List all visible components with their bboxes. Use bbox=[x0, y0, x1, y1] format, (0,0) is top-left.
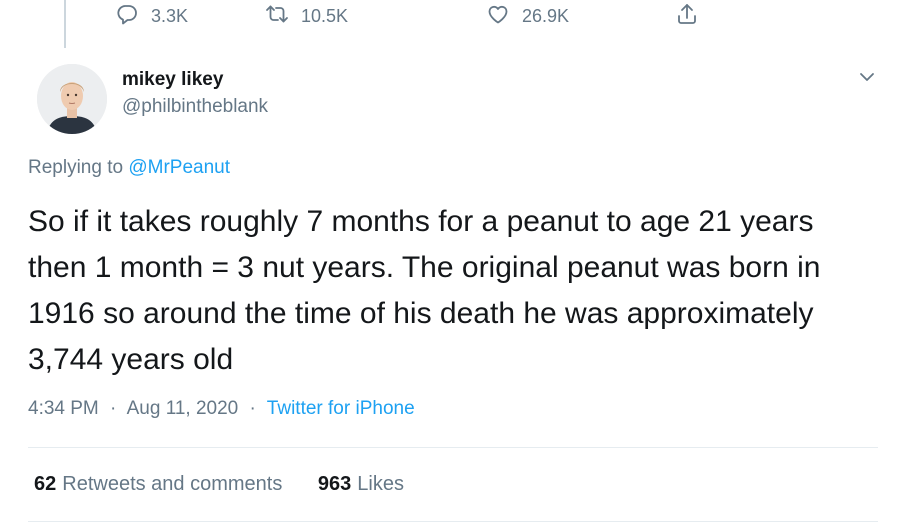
avatar-portrait-image bbox=[37, 64, 107, 134]
replying-to-mention[interactable]: @MrPeanut bbox=[128, 157, 230, 178]
tweet-meta: 4:34 PM · Aug 11, 2020 · Twitter for iPh… bbox=[28, 398, 415, 420]
retweet-icon bbox=[265, 2, 289, 31]
avatar[interactable] bbox=[37, 64, 107, 134]
replying-to-label: Replying to bbox=[28, 157, 124, 178]
tweet-text: So if it takes roughly 7 months for a pe… bbox=[28, 205, 821, 376]
meta-separator: · bbox=[110, 398, 117, 419]
like-icon bbox=[486, 2, 510, 31]
likes-stat-link[interactable]: 963 Likes bbox=[318, 473, 404, 496]
author-name[interactable]: mikey likey bbox=[122, 69, 223, 91]
retweets-stat-link[interactable]: 62 Retweets and comments bbox=[34, 473, 282, 496]
meta-separator: · bbox=[249, 398, 256, 419]
tweet-options-button[interactable] bbox=[856, 66, 878, 88]
like-button[interactable]: 26.9K bbox=[486, 2, 569, 31]
reply-icon bbox=[115, 2, 139, 31]
tweet-time[interactable]: 4:34 PM bbox=[28, 398, 99, 419]
previous-tweet-action-bar: 3.3K 10.5K 26.9K bbox=[115, 0, 735, 32]
share-icon bbox=[675, 2, 699, 31]
retweets-count: 62 bbox=[34, 473, 57, 495]
divider bbox=[28, 521, 878, 522]
chevron-down-icon bbox=[856, 73, 878, 92]
likes-label: Likes bbox=[357, 473, 404, 495]
retweets-label: Retweets and comments bbox=[62, 473, 283, 495]
divider bbox=[28, 447, 878, 448]
replying-to-line: Replying to @MrPeanut bbox=[28, 157, 230, 179]
reply-count: 3.3K bbox=[151, 6, 189, 26]
share-button[interactable] bbox=[675, 2, 699, 31]
likes-count: 963 bbox=[317, 473, 352, 495]
thread-connector-line bbox=[64, 0, 66, 48]
retweet-count: 10.5K bbox=[301, 6, 349, 26]
engagement-stats: 62 Retweets and comments 963 Likes bbox=[34, 473, 404, 496]
like-count: 26.9K bbox=[522, 6, 570, 26]
reply-button[interactable]: 3.3K bbox=[115, 2, 188, 31]
retweet-button[interactable]: 10.5K bbox=[265, 2, 348, 31]
tweet-date[interactable]: Aug 11, 2020 bbox=[127, 398, 239, 419]
author-handle[interactable]: @philbintheblank bbox=[122, 96, 268, 118]
tweet-source-link[interactable]: Twitter for iPhone bbox=[267, 398, 415, 419]
